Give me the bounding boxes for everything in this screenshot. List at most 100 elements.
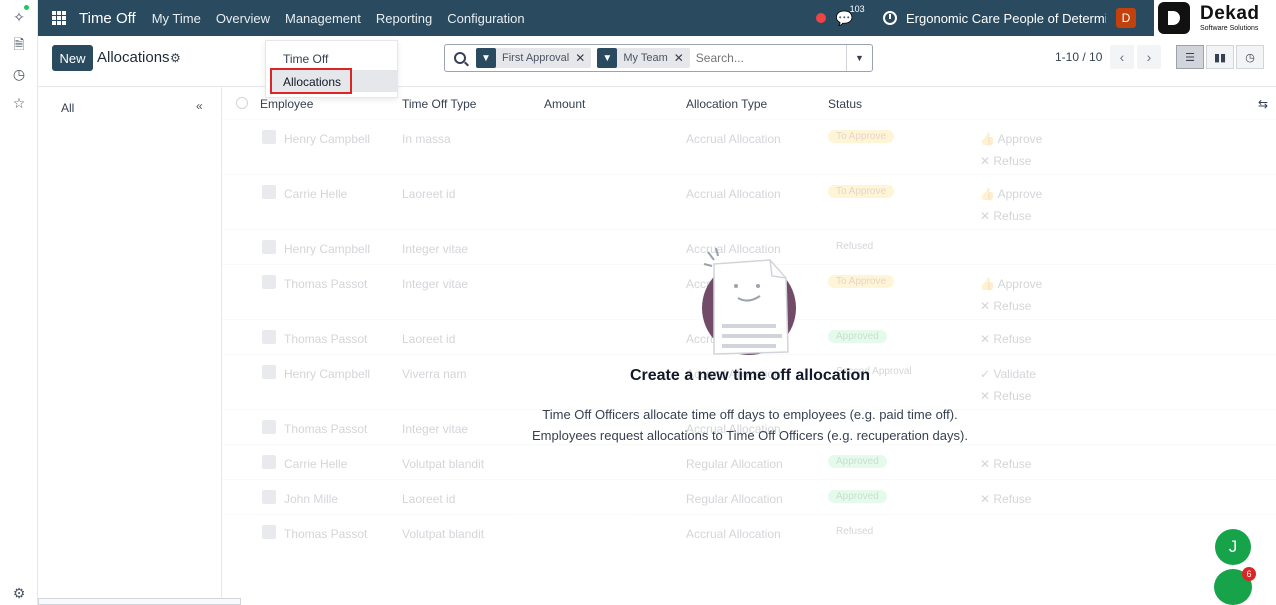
sparkle-icon[interactable]: ✧ (10, 8, 28, 26)
document-icon[interactable]: 🗎 (10, 36, 28, 55)
status-badge: To Approve (828, 275, 895, 288)
apps-menu-icon[interactable] (52, 11, 66, 25)
table-row[interactable]: Thomas Passot Volutpat blandit Accrual All… (222, 514, 1276, 549)
company-switcher[interactable]: Ergonomic Care People of Determina... (906, 11, 1106, 26)
status-badge: To Approve (828, 185, 895, 198)
facet-first-approval: ▼ First Approval ✕ (476, 48, 592, 68)
optional-columns-icon[interactable]: ⇆ (1258, 97, 1268, 111)
user-chat-avatar[interactable]: J (1215, 529, 1251, 565)
facet-my-team: ▼ My Team ✕ (597, 48, 690, 68)
menu-management[interactable]: Management (285, 11, 361, 26)
column-amount[interactable]: Amount (544, 97, 585, 111)
cell-time-off-type: Laoreet id (402, 187, 456, 201)
row-action-refuse[interactable]: ✕ Refuse (980, 492, 1031, 506)
cell-time-off-type: Integer vitae (402, 277, 469, 291)
support-bot-icon[interactable]: 6 (1214, 567, 1256, 605)
search-bar[interactable]: ▼ First Approval ✕ ▼ My Team ✕ ▼ (444, 44, 873, 72)
pager-next-icon[interactable]: › (1137, 45, 1161, 69)
row-action-refuse[interactable]: ✕ Refuse (980, 389, 1031, 403)
table-row[interactable]: John Mille Laoreet id Regular Allocation Ap… (222, 479, 1276, 514)
remove-facet-icon[interactable]: ✕ (674, 51, 690, 65)
menu-configuration[interactable]: Configuration (447, 11, 524, 26)
menu-overview[interactable]: Overview (216, 11, 270, 26)
employee-avatar (262, 240, 276, 254)
cell-allocation-type: Regular Allocation (686, 492, 783, 506)
clock-icon[interactable]: ◷ (10, 65, 28, 83)
menu-my-time[interactable]: My Time (152, 11, 201, 26)
employee-avatar (262, 130, 276, 144)
cell-time-off-type: Volutpat blandit (402, 457, 485, 471)
cell-employee: Thomas Passot (284, 332, 368, 346)
status-badge: Approved (828, 455, 887, 468)
table-row[interactable]: Carrie Helle Volutpat blandit Regular Allo… (222, 444, 1276, 479)
cell-employee: Thomas Passot (284, 527, 368, 541)
search-icon (454, 52, 466, 64)
logo-name: Dekad (1200, 3, 1260, 24)
table-row[interactable]: Carrie Helle Laoreet id Accrual Allocation… (222, 174, 1276, 229)
activity-clock-icon[interactable] (883, 11, 897, 25)
chat-count: 103 (849, 3, 865, 14)
search-input[interactable] (695, 51, 836, 65)
cell-employee: Henry Campbell (284, 132, 371, 146)
chat-icon[interactable]: 💬 103 (836, 4, 865, 27)
remove-facet-icon[interactable]: ✕ (575, 51, 591, 65)
logo-mark-icon (1158, 2, 1190, 34)
filter-icon: ▼ (597, 48, 618, 68)
status-badge: Approved (828, 490, 887, 503)
actions-gear-icon[interactable]: ⚙ (170, 51, 181, 65)
column-employee[interactable]: Employee (260, 97, 313, 111)
pager-value[interactable]: 1-10 / 10 (1055, 50, 1102, 64)
status-badge: Approved (828, 330, 887, 343)
cell-time-off-type: Volutpat blandit (402, 527, 485, 541)
employee-avatar (262, 275, 276, 289)
cell-allocation-type: Accrual Allocation (686, 527, 781, 541)
kanban-view-icon[interactable]: ▮▮ (1206, 45, 1234, 69)
row-action-refuse[interactable]: ✕ Refuse (980, 299, 1031, 313)
activity-view-icon[interactable]: ◷ (1236, 45, 1264, 69)
logo-tagline: Software Solutions (1200, 25, 1259, 32)
cell-employee: John Mille (284, 492, 339, 506)
row-action-approve[interactable]: 👍 Approve (980, 277, 1042, 291)
star-icon[interactable]: ☆ (10, 94, 28, 112)
cell-employee: Thomas Passot (284, 277, 368, 291)
app-name[interactable]: Time Off (79, 10, 136, 27)
online-indicator (24, 5, 29, 10)
employee-avatar (262, 185, 276, 199)
row-action-approve[interactable]: 👍 Approve (980, 132, 1042, 146)
row-action-approve[interactable]: 👍 Approve (980, 187, 1042, 201)
menu-reporting[interactable]: Reporting (376, 11, 432, 26)
cell-allocation-type: Accrual Allocation (686, 187, 781, 201)
settings-icon[interactable]: ⚙ (10, 584, 28, 602)
pager-previous-icon[interactable]: ‹ (1110, 45, 1134, 69)
status-badge: To Approve (828, 130, 895, 143)
column-time-off-type[interactable]: Time Off Type (402, 97, 476, 111)
employee-avatar (262, 490, 276, 504)
row-action-refuse[interactable]: ✕ Refuse (980, 154, 1031, 168)
table-row[interactable]: Henry Campbell In massa Accrual Allocation… (222, 119, 1276, 174)
user-avatar[interactable]: D (1116, 8, 1136, 28)
row-action-refuse[interactable]: ✕ Refuse (980, 209, 1031, 223)
list-view-icon[interactable]: ☰ (1176, 45, 1204, 69)
search-options-toggle-icon[interactable]: ▼ (846, 45, 872, 71)
company-logo: Dekad Software Solutions (1154, 0, 1276, 36)
collapse-sidebar-icon[interactable]: « (196, 99, 203, 113)
cell-time-off-type: Laoreet id (402, 492, 456, 506)
employee-avatar (262, 330, 276, 344)
cell-allocation-type: Accrual Allocation (686, 132, 781, 146)
cell-employee: Henry Campbell (284, 242, 371, 256)
top-navbar: Time Off My Time Overview Management Rep… (38, 0, 1154, 36)
dropdown-item-time-off[interactable]: Time Off (283, 52, 328, 66)
row-action-refuse[interactable]: ✕ Refuse (980, 457, 1031, 471)
cell-time-off-type: Laoreet id (402, 332, 456, 346)
record-indicator-icon[interactable] (815, 13, 826, 23)
row-action-refuse[interactable]: ✕ Refuse (980, 332, 1031, 346)
select-all-checkbox[interactable] (236, 97, 248, 109)
cell-employee: Carrie Helle (284, 187, 348, 201)
column-status[interactable]: Status (828, 97, 862, 111)
column-allocation-type[interactable]: Allocation Type (686, 97, 767, 111)
sidebar-item-all[interactable]: All (61, 101, 74, 115)
new-button[interactable]: New (52, 45, 93, 71)
highlight-box (270, 68, 352, 94)
cell-time-off-type: In massa (402, 132, 451, 146)
status-badge: Refused (836, 526, 874, 537)
